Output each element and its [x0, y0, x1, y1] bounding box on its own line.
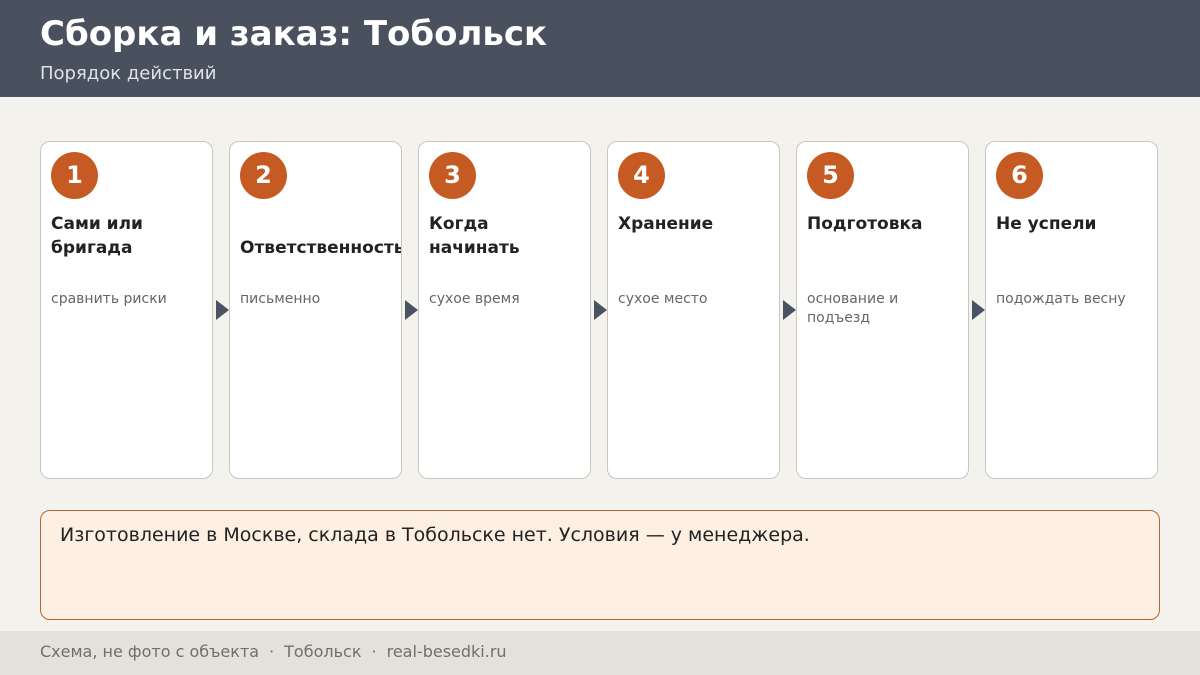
step-number-badge: 4: [618, 152, 665, 199]
footer-text: Схема, не фото с объекта · Тобольск · real-b…: [40, 642, 507, 661]
arrow-right-icon: [972, 300, 985, 320]
footer-city: Тобольск: [284, 642, 362, 661]
step-number-badge: 6: [996, 152, 1043, 199]
arrow-right-icon: [405, 300, 418, 320]
step-description: сухое место: [618, 291, 708, 307]
step-card-4: 4 Хранение сухое место: [607, 141, 780, 479]
footer-separator: ·: [269, 642, 275, 661]
step-card-6: 6 Не успели подождать весну: [985, 141, 1158, 479]
step-number-badge: 3: [429, 152, 476, 199]
footer-separator: ·: [371, 642, 377, 661]
step-description: сравнить риски: [51, 291, 167, 307]
step-card-3: 3 Когда начинать сухое время: [418, 141, 591, 479]
step-description: подождать весну: [996, 291, 1126, 307]
arrow-right-icon: [783, 300, 796, 320]
step-title: Не успели: [996, 214, 1097, 234]
step-title: Когда начинать: [429, 214, 520, 258]
page-footer: Схема, не фото с объекта · Тобольск · real-b…: [0, 631, 1200, 675]
step-number-badge: 2: [240, 152, 287, 199]
arrow-right-icon: [594, 300, 607, 320]
step-title: Хранение: [618, 214, 714, 234]
step-card-1: 1 Сами или бригада сравнить риски: [40, 141, 213, 479]
step-description: основание и подъезд: [807, 291, 899, 326]
arrow-right-icon: [216, 300, 229, 320]
step-description: сухое время: [429, 291, 520, 307]
info-note: Изготовление в Москве, склада в Тобольск…: [40, 510, 1160, 620]
step-number-badge: 1: [51, 152, 98, 199]
page-subtitle: Порядок действий: [40, 63, 217, 84]
footer-site: real-besedki.ru: [386, 642, 507, 661]
step-number-badge: 5: [807, 152, 854, 199]
page-title: Сборка и заказ: Тобольск: [40, 14, 548, 54]
page-header: Сборка и заказ: Тобольск Порядок действи…: [0, 0, 1200, 97]
note-text: Изготовление в Москве, склада в Тобольск…: [60, 524, 810, 546]
step-title: Сами или бригада: [51, 214, 143, 258]
step-card-5: 5 Подготовка основание и подъезд: [796, 141, 969, 479]
step-title: Ответственность: [240, 238, 402, 258]
step-card-2: 2 Ответственность письменно: [229, 141, 402, 479]
step-description: письменно: [240, 291, 321, 307]
footer-caption: Схема, не фото с объекта: [40, 642, 260, 661]
step-title: Подготовка: [807, 214, 923, 234]
